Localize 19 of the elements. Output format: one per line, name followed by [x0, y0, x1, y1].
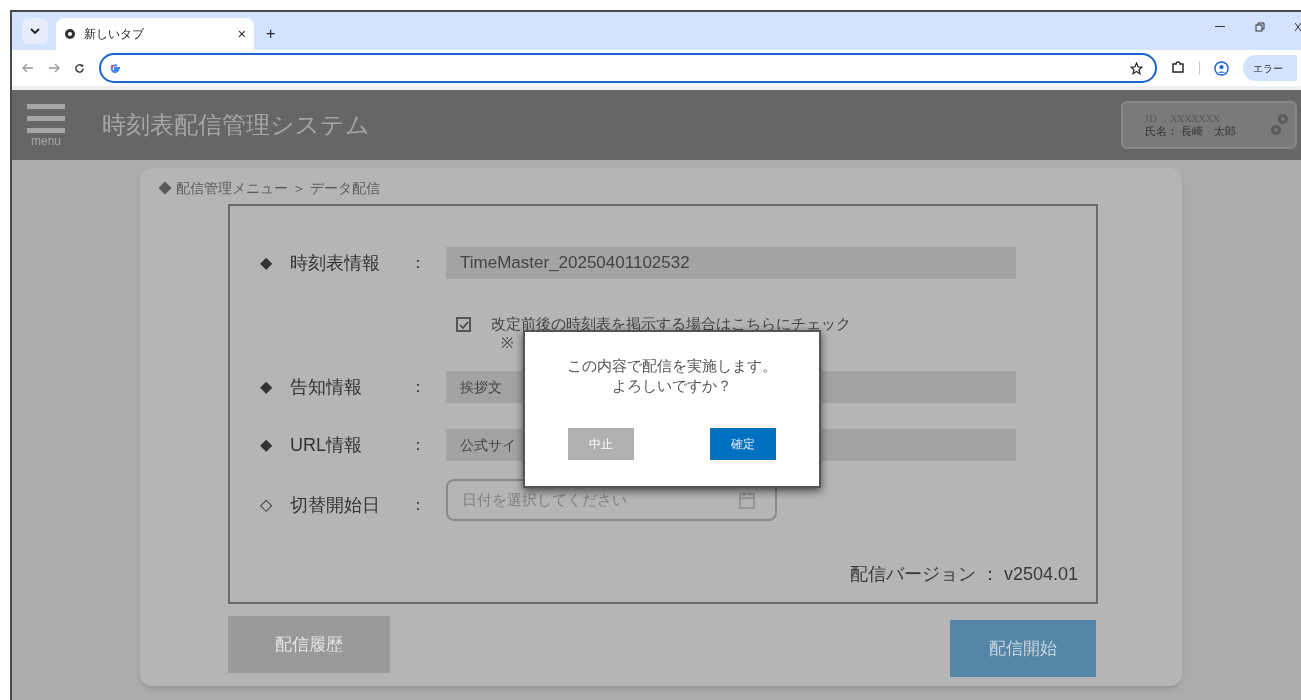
field-label: 告知情報 — [290, 375, 363, 399]
field-label: URL情報 — [290, 433, 363, 457]
colon: ： — [410, 435, 427, 455]
diamond-marker: ◆ — [260, 253, 273, 273]
diamond-marker: ◆ — [260, 377, 273, 397]
tab-title: 新しいタブ — [84, 26, 145, 43]
app-title: 時刻表配信管理システム — [102, 110, 370, 140]
colon: ： — [410, 377, 427, 397]
note-text: ※ — [501, 334, 514, 352]
user-name: 氏名： 長崎 太郎 — [1145, 124, 1238, 138]
field-label: 時刻表情報 — [290, 251, 381, 275]
diamond-marker: ◇ — [260, 495, 273, 515]
dialog-message: この内容で配信を実施します。 よろしいですか？ — [567, 356, 777, 396]
field-label: 切替開始日 — [290, 493, 381, 517]
breadcrumb: ◆ 配信管理メニュー ＞ データ配信 — [158, 179, 381, 196]
colon: ： — [410, 253, 427, 273]
colon: ： — [410, 495, 427, 515]
version-label: 配信バージョン ： v2504.01 — [849, 563, 1078, 586]
diamond-marker: ◆ — [260, 435, 273, 455]
